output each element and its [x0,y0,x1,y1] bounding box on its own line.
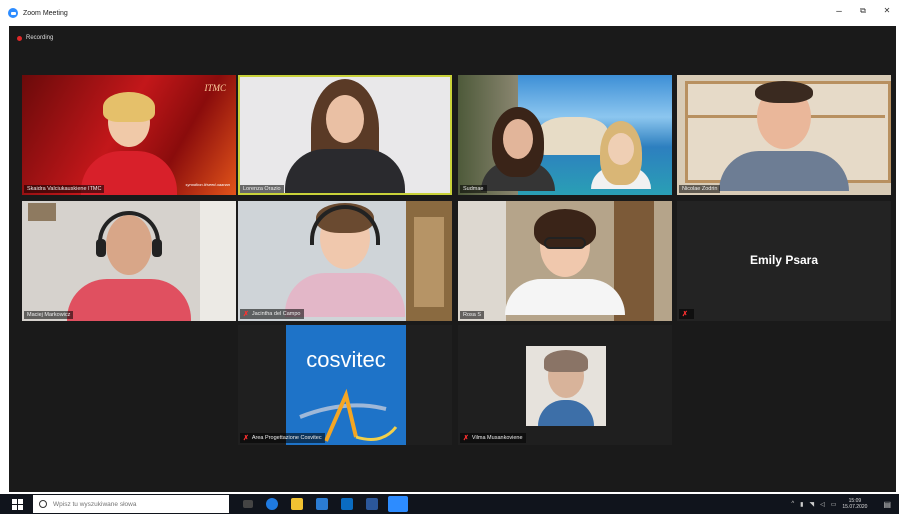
zoom-app-icon [8,8,18,18]
search-icon [39,500,47,508]
outlook-icon[interactable] [341,498,353,510]
participant-name-tag: Rosa S [460,311,485,319]
participant-name-tag: ✗ Area Progettazione Cosvitec [240,433,325,443]
itmc-logo: ITMC [204,83,226,93]
wifi-icon[interactable]: ◥ [809,501,814,508]
file-explorer-icon[interactable] [291,498,303,510]
close-button[interactable]: ✕ [880,6,894,15]
video-tile[interactable]: cosvitec ✗ Area Progettazione Cosvitec [238,325,452,445]
chevron-up-icon[interactable]: ^ [791,501,794,507]
participant-name-tag: ✗ Jacintha del Campo [240,309,304,319]
maximize-button[interactable]: ⧉ [856,6,870,16]
taskbar-search-box[interactable] [33,495,229,513]
participant-name-tag: ✗ [679,309,694,319]
participant-name-tag: Skaidra Valciukauskiene ITMC [24,185,105,193]
taskbar-search-input[interactable] [51,499,225,509]
video-tile[interactable]: Rosa S [458,201,672,321]
video-tile[interactable]: Sudmae [458,75,672,195]
video-tile[interactable]: Maciej Markowicz [22,201,236,321]
store-icon[interactable] [316,498,328,510]
recording-indicator: Recording [17,35,53,41]
cosvitec-logo: cosvitec [286,325,406,445]
zoom-taskbar-icon[interactable] [388,496,408,512]
taskbar-clock[interactable]: 15:09 15.07.2020 [842,498,873,510]
meeting-stage: Recording ITMC synodkon.lt/seed.uaanan S… [9,26,896,492]
muted-mic-icon: ✗ [243,435,249,442]
keyboard-icon[interactable]: ▭ [831,501,837,508]
video-tile-no-video[interactable]: Emily Psara ✗ [677,201,891,321]
video-tile-active-speaker[interactable]: Lorenza Orazio [238,75,452,195]
video-tile-profile-photo[interactable]: ✗ Vilma Musankoviene [458,325,672,445]
minimize-button[interactable]: – [832,6,846,17]
volume-icon[interactable]: ◁ [820,501,825,508]
window-title: Zoom Meeting [23,9,68,17]
participant-name-tag: Nicolae Zodrin [679,185,721,193]
participant-name-tag: Sudmae [460,185,487,193]
edge-browser-icon[interactable] [266,498,278,510]
muted-mic-icon: ✗ [243,311,249,318]
task-view-icon[interactable] [243,500,253,508]
muted-mic-icon: ✗ [682,311,688,318]
tile-caption: synodkon.lt/seed.uaanan [185,182,230,187]
windows-taskbar: ^ ▮ ◥ ◁ ▭ 15:09 15.07.2020 ▤ [0,494,899,514]
participant-name-tag: ✗ Vilma Musankoviene [460,433,526,443]
video-tile[interactable]: ITMC synodkon.lt/seed.uaanan Skaidra Val… [22,75,236,195]
participant-name-tag: Maciej Markowicz [24,311,74,319]
recording-label: Recording [26,35,54,41]
recording-dot-icon [17,35,22,41]
network-icon[interactable]: ▮ [800,501,803,508]
video-tile[interactable]: Nicolae Zodrin [677,75,891,195]
window-titlebar: Zoom Meeting – ⧉ ✕ [0,0,899,26]
video-tile[interactable]: ✗ Jacintha del Campo [238,201,452,321]
participant-display-name: Emily Psara [749,253,819,267]
word-icon[interactable] [366,498,378,510]
participant-name-tag: Lorenza Orazio [240,185,284,193]
muted-mic-icon: ✗ [463,435,469,442]
system-tray: ^ ▮ ◥ ◁ ▭ 15:09 15.07.2020 ▤ [791,494,899,514]
participant-profile-photo [526,346,606,426]
windows-start-icon[interactable] [12,498,23,510]
notification-icon[interactable]: ▤ [883,500,891,509]
